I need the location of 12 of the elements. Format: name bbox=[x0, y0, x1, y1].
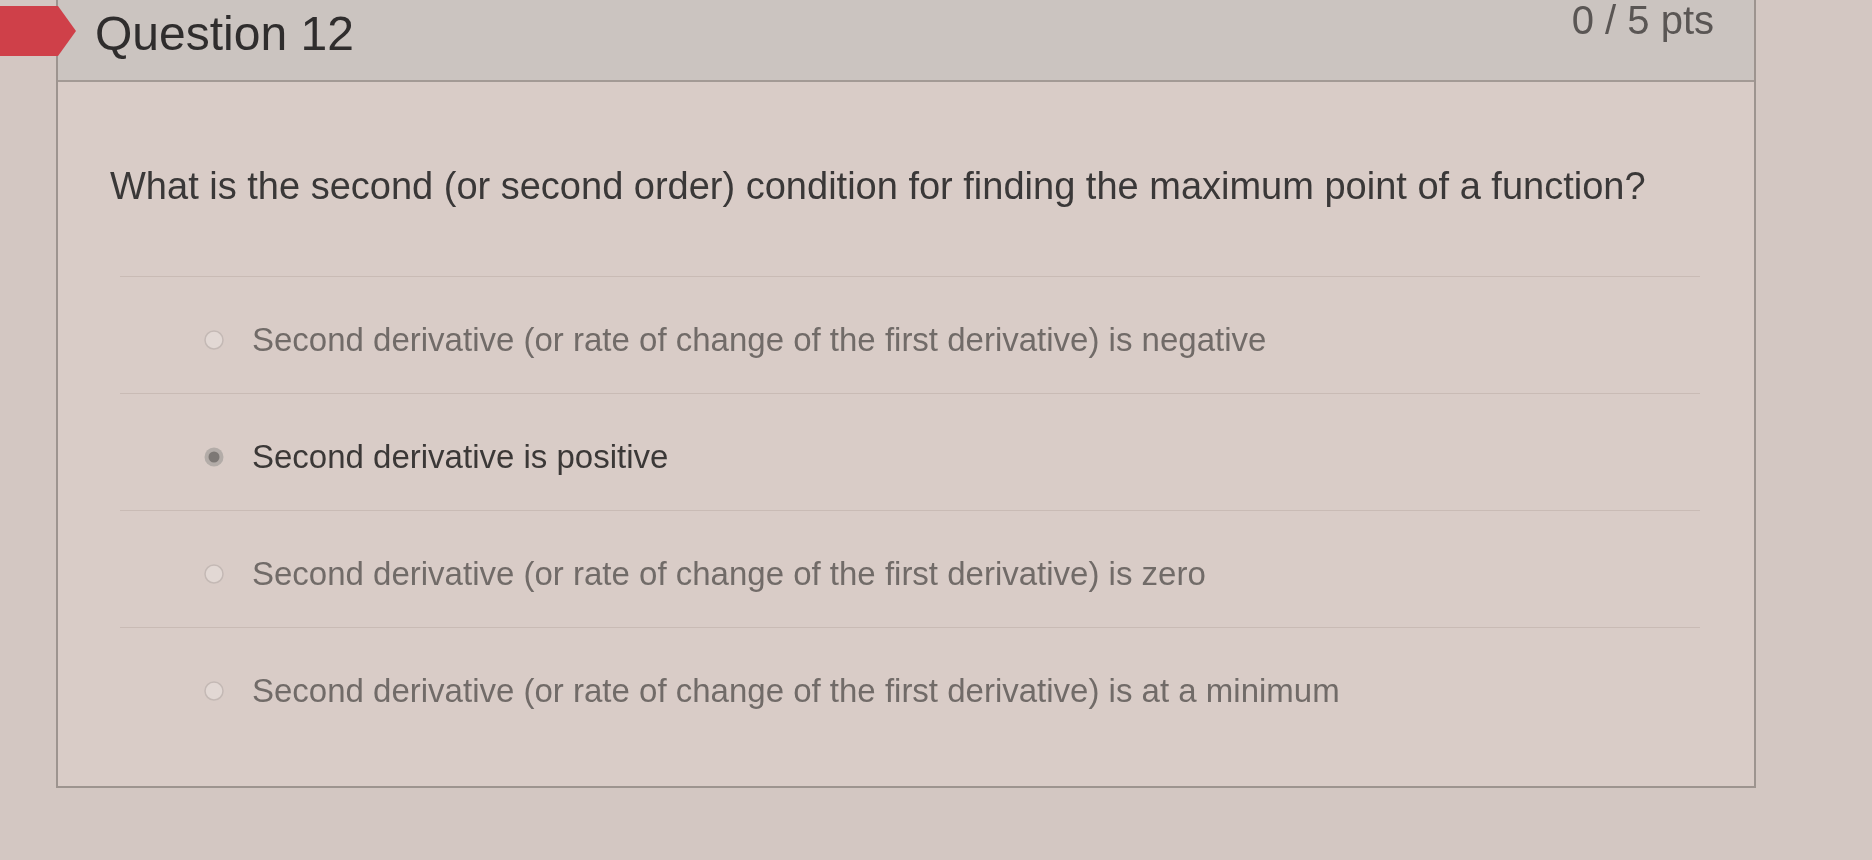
answer-label[interactable]: Second derivative (or rate of change of the first derivative) is negative bbox=[252, 319, 1267, 360]
radio-button[interactable] bbox=[204, 680, 224, 701]
radio-button[interactable] bbox=[204, 563, 224, 584]
radio-button[interactable] bbox=[204, 329, 224, 350]
answer-label[interactable]: Second derivative (or rate of change of the first derivative) is at a minimum bbox=[252, 670, 1340, 711]
answer-label[interactable]: Second derivative is positive bbox=[252, 436, 669, 477]
answer-label[interactable]: Second derivative (or rate of change of the first derivative) is zero bbox=[252, 553, 1206, 594]
points-label: 0 / 5 pts bbox=[1571, 0, 1714, 40]
question-title: Question 12 bbox=[95, 8, 354, 61]
question-text: What is the second (or second order) condition for finding the maximum point of a function? bbox=[110, 164, 1646, 209]
radio-button[interactable] bbox=[204, 446, 224, 467]
pointer-flag-icon bbox=[0, 6, 76, 56]
